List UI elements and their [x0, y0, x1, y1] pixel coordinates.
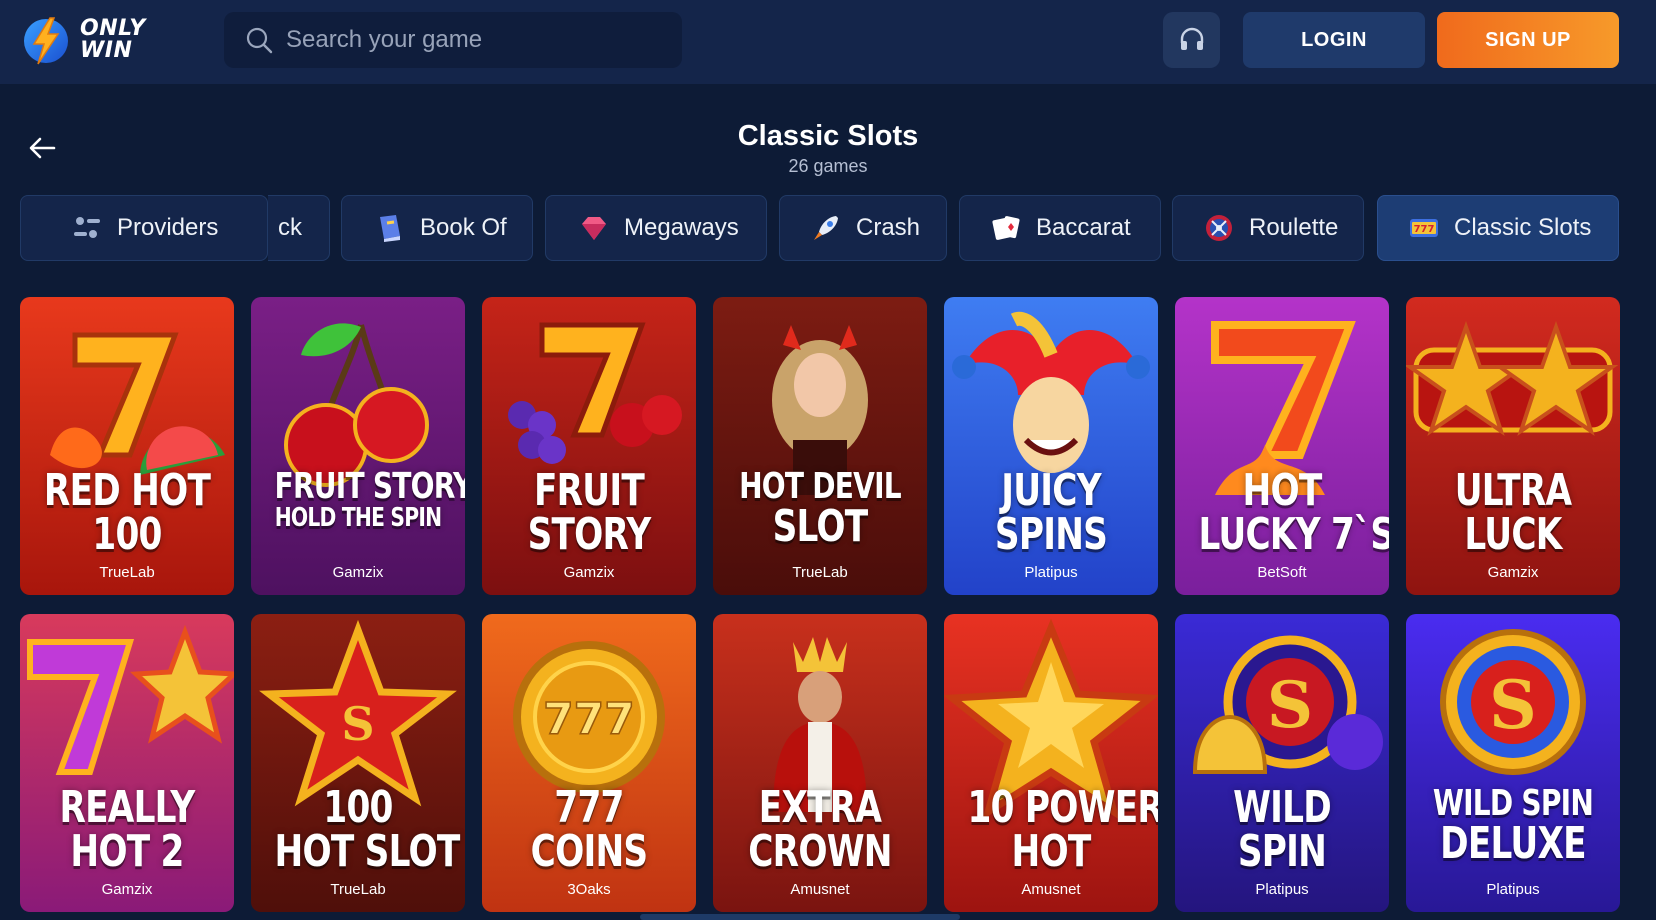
game-title: 100 HOT SLOT: [274, 782, 461, 877]
top-bar: ONLY WIN LOGIN SIGN UP: [0, 0, 1656, 84]
filter-baccarat[interactable]: Baccarat: [959, 195, 1161, 261]
sliders-icon: [74, 217, 100, 238]
game-title: FRUIT STORY: [527, 465, 652, 560]
game-provider: Gamzix: [332, 564, 384, 581]
game-provider: Amusnet: [790, 881, 850, 898]
filter-label: ck: [278, 214, 302, 241]
headset-icon: [1180, 27, 1203, 50]
svg-text:S: S: [1489, 666, 1537, 744]
game-card[interactable]: HOT DEVIL SLOT TrueLab: [713, 297, 927, 595]
game-card[interactable]: FRUIT STORY Gamzix: [482, 297, 696, 595]
svg-text:777: 777: [1414, 224, 1435, 235]
game-title: HOT LUCKY 7`S: [1198, 465, 1389, 560]
cards-icon: [992, 216, 1020, 240]
game-provider: Platipus: [1486, 881, 1540, 898]
filter-label: Book Of: [420, 214, 507, 241]
roulette-icon: [1206, 215, 1232, 241]
filter-providers[interactable]: Providers: [20, 195, 268, 261]
game-provider: Platipus: [1024, 564, 1078, 581]
game-provider: Gamzix: [101, 881, 153, 898]
filter-partial[interactable]: ck: [268, 195, 330, 261]
game-title: WILD SPIN: [1233, 782, 1332, 877]
game-provider: Platipus: [1255, 881, 1309, 898]
game-title: WILD SPIN DELUXE: [1432, 783, 1594, 869]
filter-roulette[interactable]: Roulette: [1172, 195, 1364, 261]
game-provider: 3Oaks: [567, 881, 611, 898]
support-button[interactable]: [1163, 12, 1220, 68]
game-provider: BetSoft: [1257, 564, 1307, 581]
filter-label: Roulette: [1249, 214, 1339, 241]
game-provider: Amusnet: [1021, 881, 1081, 898]
game-provider: Gamzix: [1487, 564, 1539, 581]
svg-text:S: S: [341, 697, 374, 751]
game-card[interactable]: EXTRA CROWN Amusnet: [713, 614, 927, 912]
game-title: 10 POWER HOT: [967, 782, 1158, 877]
game-title: JUICY SPINS: [994, 465, 1108, 560]
game-card[interactable]: HOT LUCKY 7`S BetSoft: [1175, 297, 1389, 595]
filter-label: Baccarat: [1036, 214, 1131, 241]
rocket-icon: [814, 216, 838, 240]
svg-text:S: S: [1267, 668, 1313, 743]
game-card[interactable]: S 100 HOT SLOT TrueLab: [251, 614, 465, 912]
onlywin-logo[interactable]: ONLY WIN: [20, 12, 160, 68]
filter-label: Classic Slots: [1454, 214, 1592, 241]
svg-text:777: 777: [543, 694, 635, 745]
filter-label: Crash: [856, 214, 921, 241]
game-card[interactable]: 777 777 COINS 3Oaks: [482, 614, 696, 912]
filter-book-of[interactable]: Book Of: [341, 195, 533, 261]
game-artwork: [284, 323, 429, 487]
game-card[interactable]: S WILD SPIN Platipus: [1175, 614, 1389, 912]
game-title: EXTRA CROWN: [748, 782, 892, 877]
signup-button[interactable]: SIGN UP: [1437, 12, 1619, 68]
game-title: ULTRA LUCK: [1454, 465, 1572, 560]
game-title: HOT DEVIL SLOT: [739, 466, 902, 552]
game-card[interactable]: JUICY SPINS Platipus: [944, 297, 1158, 595]
logo-wordmark: ONLY WIN: [80, 16, 146, 63]
filter-label: Megaways: [624, 214, 739, 241]
search-icon: [246, 27, 273, 54]
search-input[interactable]: [286, 12, 682, 68]
gem-icon: [582, 217, 606, 240]
filter-crash[interactable]: Crash: [779, 195, 947, 261]
search-box[interactable]: [224, 12, 682, 68]
slot-777-icon: 777: [1410, 219, 1438, 237]
game-card[interactable]: 10 POWER HOT Amusnet: [944, 614, 1158, 912]
game-card[interactable]: S WILD SPIN DELUXE Platipus: [1406, 614, 1620, 912]
login-button[interactable]: LOGIN: [1243, 12, 1425, 68]
game-provider: TrueLab: [99, 564, 155, 581]
scroll-indicator: [640, 914, 960, 920]
page-title: Classic Slots: [737, 120, 919, 152]
game-title: FRUIT STORY HOLD THE SPIN: [274, 466, 465, 533]
book-icon: [380, 215, 400, 242]
game-card[interactable]: ULTRA LUCK Gamzix: [1406, 297, 1620, 595]
game-count: 26 games: [788, 156, 868, 176]
game-title: 777 COINS: [530, 782, 648, 877]
game-provider: Gamzix: [563, 564, 615, 581]
game-card[interactable]: RED HOT 100 TrueLab: [20, 297, 234, 595]
game-provider: TrueLab: [792, 564, 848, 581]
game-title: REALLY HOT 2: [59, 782, 195, 877]
filter-megaways[interactable]: Megaways: [545, 195, 767, 261]
game-card[interactable]: FRUIT STORY HOLD THE SPIN Gamzix: [251, 297, 465, 595]
filter-label: Providers: [117, 214, 219, 241]
game-card[interactable]: REALLY HOT 2 Gamzix: [20, 614, 234, 912]
game-title: RED HOT 100: [43, 465, 211, 560]
filter-classic-slots[interactable]: 777 Classic Slots: [1377, 195, 1619, 261]
lightning-logo-icon: [20, 14, 72, 66]
game-provider: TrueLab: [330, 881, 386, 898]
